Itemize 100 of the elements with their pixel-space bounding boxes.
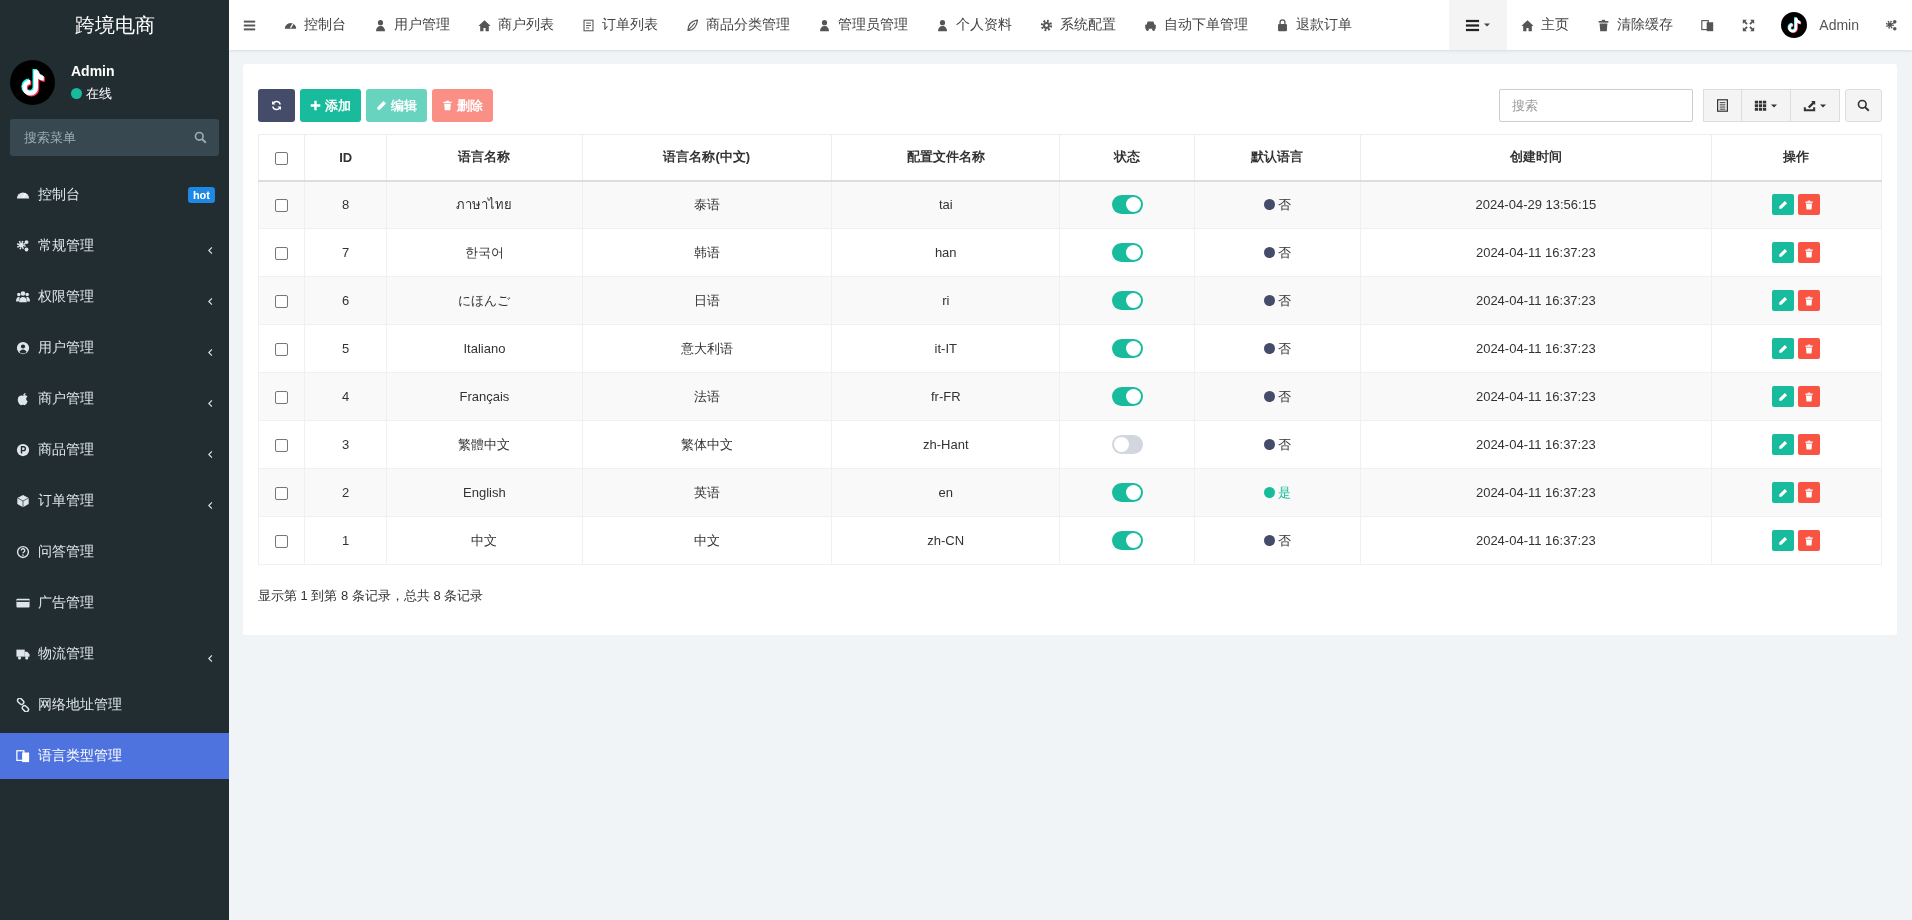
edit-button[interactable]	[1772, 338, 1795, 359]
checkbox[interactable]	[275, 535, 289, 549]
checkbox[interactable]	[275, 439, 289, 453]
column-header: 语言名称	[386, 134, 583, 181]
table-cell: 3	[304, 420, 387, 469]
search-field[interactable]: 搜索	[1499, 89, 1693, 122]
delete-button[interactable]	[1798, 194, 1821, 216]
translate-icon	[1701, 18, 1715, 32]
status-text: 否	[1277, 243, 1291, 262]
nav-link[interactable]: 清除缓存	[1583, 0, 1688, 50]
list-icon	[1465, 17, 1481, 33]
table-cell: 2024-04-11 16:37:23	[1360, 516, 1712, 565]
delete-button[interactable]	[1798, 482, 1821, 503]
table-cell: 2024-04-29 13:56:15	[1360, 180, 1712, 229]
table-cell: にほんご	[386, 276, 583, 325]
nav-tab[interactable]: 系统配置	[1026, 0, 1130, 50]
table-cell: 5	[304, 324, 387, 373]
user-menu[interactable]: Admin	[1769, 0, 1871, 50]
checkbox[interactable]	[275, 247, 289, 261]
nav-tab[interactable]: 用户管理	[360, 0, 464, 50]
refresh-button[interactable]	[258, 89, 295, 122]
delete-button[interactable]	[1798, 386, 1821, 407]
sidebar-item[interactable]: 网络地址管理	[0, 682, 229, 728]
nav-tab[interactable]: 管理员管理	[804, 0, 922, 50]
delete-button[interactable]	[1798, 434, 1821, 455]
edit-button[interactable]	[1772, 434, 1795, 455]
grid-icon	[1754, 99, 1767, 112]
table-cell: 한국어	[386, 228, 583, 277]
nav-tab[interactable]: 退款订单	[1262, 0, 1366, 50]
sidebar-item[interactable]: 商品管理	[0, 427, 229, 473]
checkbox[interactable]	[275, 391, 289, 405]
status-text: 否	[1277, 291, 1291, 310]
checkbox[interactable]	[275, 343, 289, 357]
table-cell: zh-Hant	[831, 420, 1060, 469]
pencil-icon	[1778, 295, 1789, 306]
user-icon	[936, 18, 949, 32]
toggle-switch[interactable]	[1111, 435, 1143, 454]
sidebar-item[interactable]: 广告管理	[0, 580, 229, 626]
toggle-switch[interactable]	[1111, 387, 1143, 406]
sidebar-item[interactable]: 语言类型管理	[0, 733, 229, 779]
export-button[interactable]	[1791, 89, 1840, 122]
nav-tab[interactable]: 自动下单管理	[1130, 0, 1262, 50]
toggle-view-button[interactable]	[1703, 89, 1742, 122]
nav-tab[interactable]: 控制台	[270, 0, 360, 50]
nav-tab[interactable]: 订单列表	[568, 0, 672, 50]
edit-button[interactable]	[1772, 530, 1795, 551]
toggle-switch[interactable]	[1111, 531, 1143, 550]
trash-icon	[1804, 535, 1815, 546]
table-cell: it-IT	[831, 324, 1060, 373]
sidebar-item[interactable]: 控制台 hot	[0, 172, 229, 218]
apple-icon	[16, 392, 30, 406]
pencil-icon	[1778, 391, 1789, 402]
nav-tab[interactable]: 商户列表	[464, 0, 568, 50]
search-field[interactable]: 搜索菜单	[10, 119, 219, 156]
sidebar-item[interactable]: 商户管理	[0, 376, 229, 422]
toggle-switch[interactable]	[1111, 195, 1143, 215]
sidebar-item[interactable]: 物流管理	[0, 631, 229, 677]
columns-button[interactable]	[1742, 89, 1791, 122]
checkbox[interactable]	[275, 295, 289, 309]
toggle-switch[interactable]	[1111, 243, 1143, 262]
sidebar-item[interactable]: 权限管理	[0, 274, 229, 320]
table-cell: 繁體中文	[386, 420, 583, 469]
delete-button[interactable]	[1798, 338, 1821, 359]
avatar-icon	[1781, 12, 1808, 38]
delete-button[interactable]	[1798, 530, 1821, 551]
sidebar-item[interactable]: 订单管理	[0, 478, 229, 524]
pencil-icon	[1778, 487, 1789, 498]
toggle-switch[interactable]	[1111, 483, 1143, 502]
checkbox[interactable]	[275, 487, 289, 501]
more-menu-button[interactable]	[1449, 0, 1508, 50]
edit-button[interactable]	[1772, 242, 1795, 263]
table-cell: 2024-04-11 16:37:23	[1360, 372, 1712, 421]
trash-icon	[1804, 247, 1815, 258]
table-cell: 2	[304, 468, 387, 517]
edit-button[interactable]	[1772, 482, 1795, 503]
table-cell: 7	[304, 228, 387, 277]
nav-tab[interactable]: 商品分类管理	[672, 0, 804, 50]
toggle-switch[interactable]	[1111, 339, 1143, 358]
pencil-icon	[1778, 439, 1789, 450]
delete-button[interactable]	[1798, 290, 1821, 311]
table-cell: 韩语	[582, 228, 832, 277]
edit-button[interactable]	[1772, 386, 1795, 407]
edit-button[interactable]	[1772, 194, 1795, 216]
search-button[interactable]	[1845, 89, 1882, 122]
checkbox[interactable]	[275, 151, 289, 165]
sidebar-item[interactable]: 问答管理	[0, 529, 229, 575]
table-cell: 2024-04-11 16:37:23	[1360, 420, 1712, 469]
checkbox[interactable]	[275, 199, 289, 213]
nav-tab[interactable]: 个人资料	[922, 0, 1026, 50]
toggle-switch[interactable]	[1111, 291, 1143, 310]
sidebar-item[interactable]: 常规管理	[0, 223, 229, 269]
refresh-icon	[271, 100, 282, 111]
table-cell: 中文	[582, 516, 832, 565]
sidebar-item[interactable]: 用户管理	[0, 325, 229, 371]
nav-link[interactable]: 主页	[1507, 0, 1584, 50]
column-header: 创建时间	[1360, 134, 1712, 181]
table-cell: 繁体中文	[582, 420, 832, 469]
delete-button[interactable]	[1798, 242, 1821, 263]
gears-icon	[16, 239, 30, 253]
edit-button[interactable]	[1772, 290, 1795, 311]
